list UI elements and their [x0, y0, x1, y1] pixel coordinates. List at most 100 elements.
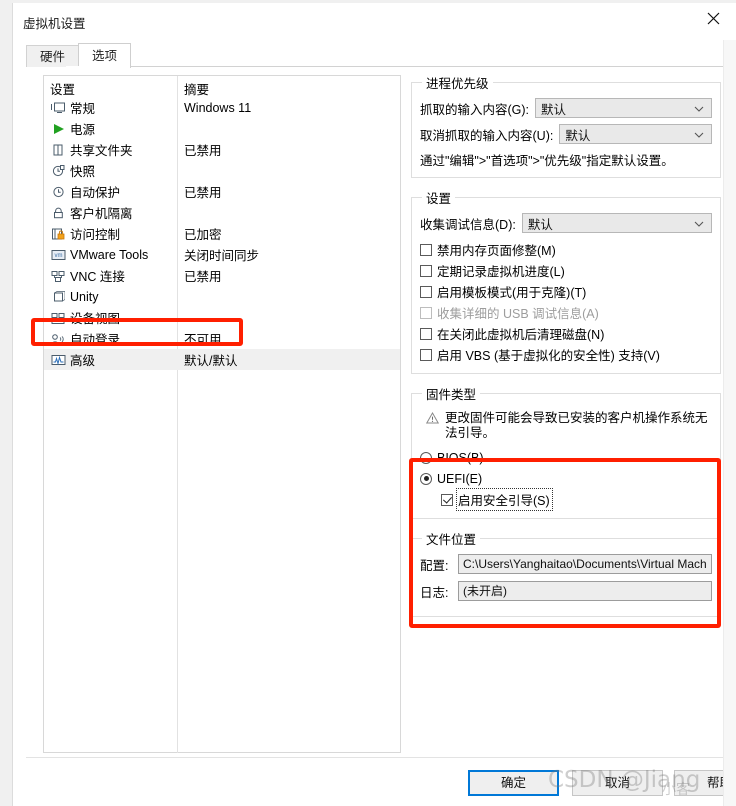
firmware-warning: 更改固件可能会导致已安装的客户机操作系统无法引导。 — [425, 411, 712, 441]
grab-input-label: 抓取的输入内容(G): — [420, 102, 530, 117]
list-item-autoprotect[interactable]: 自动保护 已禁用 — [44, 181, 400, 202]
list-item-label: 高级 — [70, 354, 96, 368]
settings-list-panel: 设置 摘要 常规 Windows 11 电源 共享文件夹 已禁用 快照 自动保护… — [43, 75, 401, 753]
folder-icon — [50, 142, 66, 158]
list-item-guest-isolation[interactable]: 客户机隔离 — [44, 202, 400, 223]
clock-snapshot-icon — [50, 163, 66, 179]
column-header-setting: 设置 — [50, 83, 76, 97]
log-file-value[interactable]: (未开启) — [458, 581, 712, 601]
settings-group: 设置 收集调试信息(D): 默认 禁用内存页面修整(M) 定期记录虚拟机进度(L… — [411, 188, 721, 374]
tab-strip: 硬件 选项 — [26, 43, 736, 68]
log-file-label: 日志: — [420, 585, 449, 600]
list-item-auto-login[interactable]: 自动登录 不可用 — [44, 328, 400, 349]
list-item-shared-folders[interactable]: 共享文件夹 已禁用 — [44, 139, 400, 160]
checkbox-box[interactable] — [420, 348, 432, 361]
ungrab-input-label: 取消抓取的输入内容(U): — [420, 128, 554, 143]
checkbox-label: 收集详细的 USB 调试信息(A) — [437, 307, 599, 321]
debug-info-label: 收集调试信息(D): — [420, 217, 516, 232]
page-title: 虚拟机设置 — [23, 17, 86, 31]
debug-info-dropdown[interactable]: 默认 — [521, 213, 712, 233]
checkbox-disable-memory-trim[interactable]: 禁用内存页面修整(M) — [420, 239, 712, 260]
list-item-summary: 关闭时间同步 — [184, 249, 260, 263]
device-view-icon — [50, 310, 66, 326]
checkbox-box[interactable] — [441, 493, 453, 506]
close-icon[interactable] — [691, 3, 736, 33]
config-file-row: 配置: C:\Users\Yanghaitao\Documents\Virtua… — [420, 554, 712, 574]
play-icon — [50, 121, 66, 137]
grab-input-value: 默认 — [541, 102, 567, 117]
list-item-access-control[interactable]: 访问控制 已加密 — [44, 223, 400, 244]
checkbox-label: 启用模板模式(用于克隆)(T) — [437, 286, 587, 300]
settings-group-legend: 设置 — [426, 192, 452, 206]
list-item-summary: 不可用 — [184, 333, 222, 347]
list-item-label: 访问控制 — [70, 228, 121, 242]
tab-active-cover — [66, 66, 121, 68]
list-item-label: VMware Tools — [70, 247, 149, 262]
radio-circle[interactable] — [420, 472, 432, 485]
checkbox-clean-disk-after-shutdown[interactable]: 在关闭此虚拟机后清理磁盘(N) — [420, 323, 712, 344]
checkbox-box — [420, 306, 432, 319]
checkbox-log-vm-progress[interactable]: 定期记录虚拟机进度(L) — [420, 260, 712, 281]
grab-input-row: 抓取的输入内容(G): 默认 — [420, 98, 712, 118]
checkbox-label: 在关闭此虚拟机后清理磁盘(N) — [437, 328, 605, 342]
firmware-type-group: 固件类型 更改固件可能会导致已安装的客户机操作系统无法引导。 BIOS(B) U… — [411, 384, 721, 519]
debug-info-row: 收集调试信息(D): 默认 — [420, 213, 712, 233]
list-item-power[interactable]: 电源 — [44, 118, 400, 139]
auto-login-icon — [50, 331, 66, 347]
list-item-label: VNC 连接 — [70, 270, 125, 284]
list-item-unity[interactable]: Unity — [44, 286, 400, 307]
list-item-label: 电源 — [70, 123, 96, 137]
radio-bios[interactable]: BIOS(B) — [420, 447, 712, 468]
chevron-down-icon — [694, 216, 704, 230]
radio-label: BIOS(B) — [437, 450, 484, 465]
ungrab-input-dropdown[interactable]: 默认 — [559, 124, 712, 144]
ungrab-input-value: 默认 — [565, 128, 591, 143]
list-item-advanced[interactable]: 高级 默认/默认 — [44, 349, 400, 370]
window-scroll-edge[interactable] — [723, 40, 736, 806]
list-item-vmware-tools[interactable]: vm VMware Tools 关闭时间同步 — [44, 244, 400, 265]
list-item-label: 自动保护 — [70, 186, 121, 200]
checkbox-label: 定期记录虚拟机进度(L) — [437, 265, 565, 279]
vmware-tools-icon: vm — [50, 247, 66, 263]
list-item-vnc-connection[interactable]: VNC 连接 已禁用 — [44, 265, 400, 286]
checkbox-label: 禁用内存页面修整(M) — [437, 244, 556, 258]
list-item-summary: 默认/默认 — [184, 354, 238, 368]
list-item-label: 设备视图 — [70, 312, 121, 326]
config-file-value[interactable]: C:\Users\Yanghaitao\Documents\Virtual Ma… — [458, 554, 712, 574]
checkbox-box[interactable] — [420, 264, 432, 277]
process-priority-group: 进程优先级 抓取的输入内容(G): 默认 取消抓取的输入内容(U): 默认 通过… — [411, 73, 721, 178]
checkbox-secure-boot[interactable]: 启用安全引导(S) — [441, 488, 712, 511]
file-location-legend: 文件位置 — [426, 533, 477, 547]
history-icon — [50, 184, 66, 200]
file-location-group: 文件位置 配置: C:\Users\Yanghaitao\Documents\V… — [411, 529, 721, 617]
tab-options[interactable]: 选项 — [78, 43, 132, 68]
ok-button[interactable]: 确定 — [468, 770, 559, 796]
list-item-device-view[interactable]: 设备视图 — [44, 307, 400, 328]
svg-text:vm: vm — [54, 253, 62, 259]
radio-circle[interactable] — [420, 451, 432, 464]
list-item-summary: Windows 11 — [184, 100, 252, 115]
radio-uefi[interactable]: UEFI(E) — [420, 468, 712, 489]
list-item-snapshot[interactable]: 快照 — [44, 160, 400, 181]
checkbox-label: 启用安全引导(S) — [456, 488, 553, 511]
checkbox-box[interactable] — [420, 327, 432, 340]
log-file-row: 日志: (未开启) — [420, 581, 712, 601]
access-control-icon — [50, 226, 66, 242]
firmware-warning-text: 更改固件可能会导致已安装的客户机操作系统无法引导。 — [445, 411, 708, 440]
checkbox-box[interactable] — [420, 285, 432, 298]
list-item-label: 快照 — [70, 165, 96, 179]
checkbox-label: 启用 VBS (基于虚拟化的安全性) 支持(V) — [437, 349, 660, 363]
settings-list-rows: 常规 Windows 11 电源 共享文件夹 已禁用 快照 自动保护 已禁用 客… — [44, 97, 400, 370]
ungrab-input-row: 取消抓取的输入内容(U): 默认 — [420, 124, 712, 144]
chevron-down-icon — [694, 101, 704, 115]
cancel-button[interactable]: 取消 — [572, 770, 663, 796]
checkbox-enable-vbs[interactable]: 启用 VBS (基于虚拟化的安全性) 支持(V) — [420, 344, 712, 365]
list-item-general[interactable]: 常规 Windows 11 — [44, 97, 400, 118]
radio-label: UEFI(E) — [437, 471, 483, 486]
checkbox-template-mode[interactable]: 启用模板模式(用于克隆)(T) — [420, 281, 712, 302]
tab-hardware[interactable]: 硬件 — [26, 45, 80, 67]
list-header: 设置 摘要 — [44, 76, 400, 97]
checkbox-box[interactable] — [420, 243, 432, 256]
title-bar: 虚拟机设置 — [13, 3, 736, 40]
grab-input-dropdown[interactable]: 默认 — [535, 98, 712, 118]
